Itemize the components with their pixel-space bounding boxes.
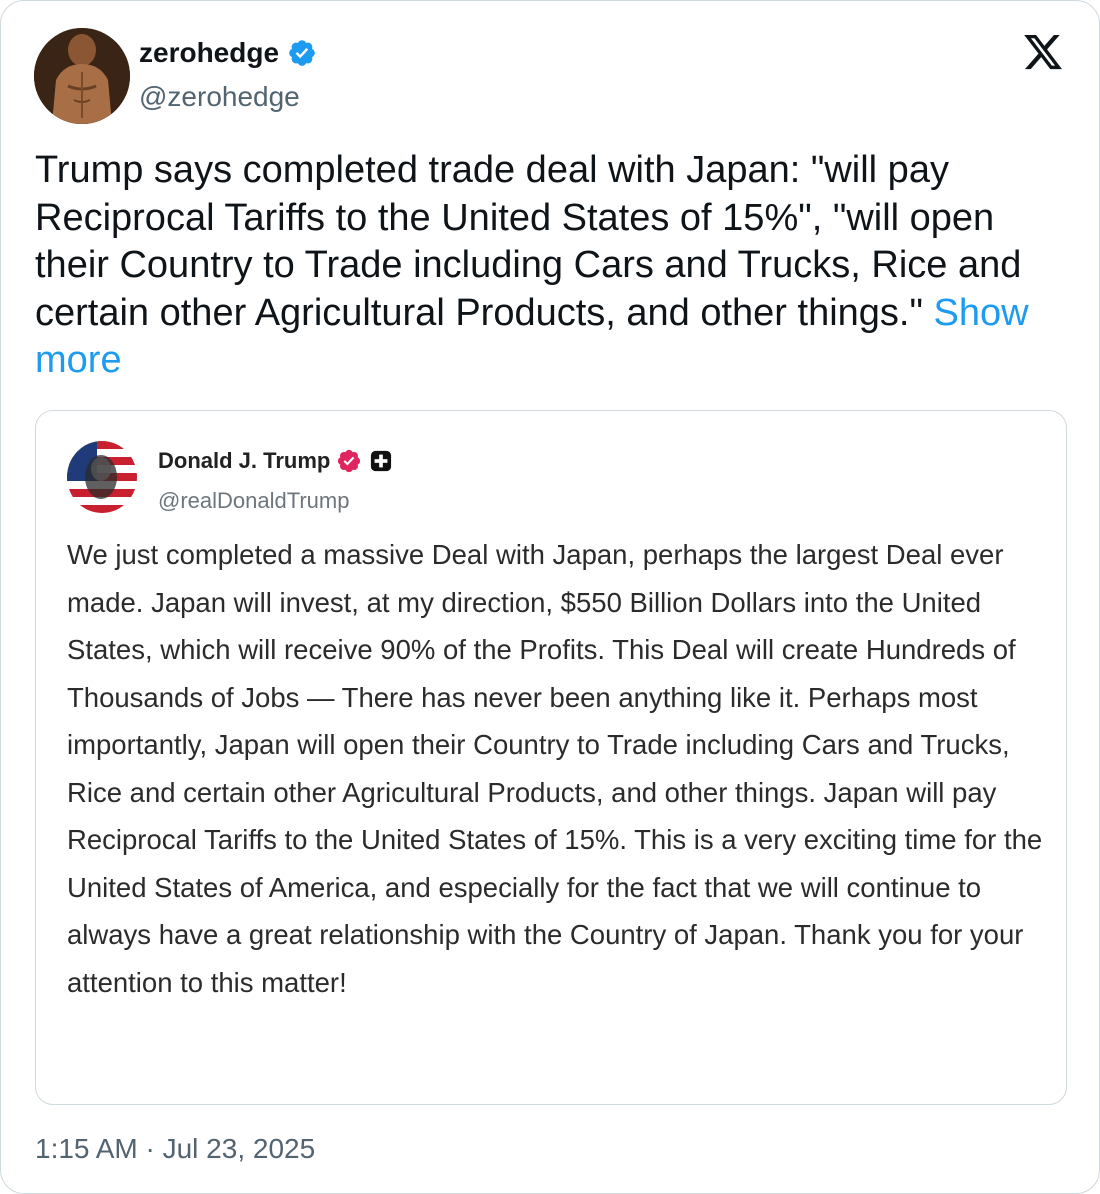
verified-badge-icon <box>289 40 315 66</box>
tweet-text: Trump says completed trade deal with Jap… <box>35 149 1022 334</box>
author-name-text[interactable]: zerohedge <box>139 35 279 71</box>
quoted-post-text: We just completed a massive Deal with Ja… <box>67 539 1043 998</box>
author-avatar[interactable] <box>34 28 130 124</box>
verified-badge-icon <box>338 449 361 473</box>
quoted-author-handle[interactable]: @realDonaldTrump <box>158 487 349 515</box>
avatar-photo <box>34 28 130 124</box>
author-handle[interactable]: @zerohedge <box>139 79 300 115</box>
x-logo-icon[interactable] <box>1021 31 1065 73</box>
quoted-post[interactable]: Donald J. Trump @realDonaldTrump We just… <box>35 410 1067 1105</box>
flag-portrait-avatar <box>67 441 137 513</box>
author-display-name[interactable]: zerohedge <box>139 35 317 71</box>
tweet-body: Trump says completed trade deal with Jap… <box>35 147 1075 385</box>
tweet-timestamp[interactable]: 1:15 AM · Jul 23, 2025 <box>35 1131 315 1167</box>
tweet-card: zerohedge @zerohedge Trump says complete… <box>0 0 1100 1194</box>
quoted-author-name[interactable]: Donald J. Trump <box>158 447 392 475</box>
plus-square-icon <box>371 450 392 472</box>
quoted-author-name-text[interactable]: Donald J. Trump <box>158 447 330 475</box>
quoted-author-avatar[interactable] <box>67 441 137 513</box>
